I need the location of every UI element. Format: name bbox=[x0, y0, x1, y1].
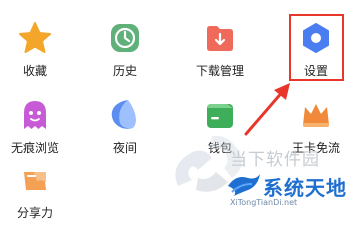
grid-item-history[interactable]: 历史 bbox=[90, 18, 160, 88]
grid-item-label: 收藏 bbox=[22, 64, 47, 78]
grid-item-share[interactable]: 分享力 bbox=[0, 160, 70, 230]
grid-item-label: 夜间 bbox=[112, 141, 137, 155]
grid-item-favorites[interactable]: 收藏 bbox=[0, 18, 70, 88]
share-icon bbox=[15, 160, 55, 200]
star-icon bbox=[15, 18, 55, 58]
watermark-brand: 系统天地 bbox=[263, 176, 347, 200]
download-folder-icon bbox=[200, 18, 240, 58]
grid-item-label: 无痕浏览 bbox=[10, 141, 59, 155]
watermark-bird-icon bbox=[228, 174, 260, 196]
grid-item-download-manager[interactable]: 下载管理 bbox=[185, 18, 255, 88]
watermark-url: XiTongTianDi.net bbox=[230, 198, 298, 207]
grid-item-label: 下载管理 bbox=[195, 64, 244, 78]
clock-icon bbox=[105, 18, 145, 58]
crown-icon bbox=[296, 95, 336, 135]
watermark-site-name: 当下软件园 bbox=[230, 150, 320, 170]
grid-item-night-mode[interactable]: 夜间 bbox=[90, 95, 160, 165]
moon-icon bbox=[105, 95, 145, 135]
grid-item-incognito[interactable]: 无痕浏览 bbox=[0, 95, 70, 165]
grid-item-label: 历史 bbox=[112, 64, 137, 78]
grid-item-label: 分享力 bbox=[16, 206, 53, 220]
settings-highlight-box bbox=[289, 14, 344, 81]
ghost-icon bbox=[15, 95, 55, 135]
